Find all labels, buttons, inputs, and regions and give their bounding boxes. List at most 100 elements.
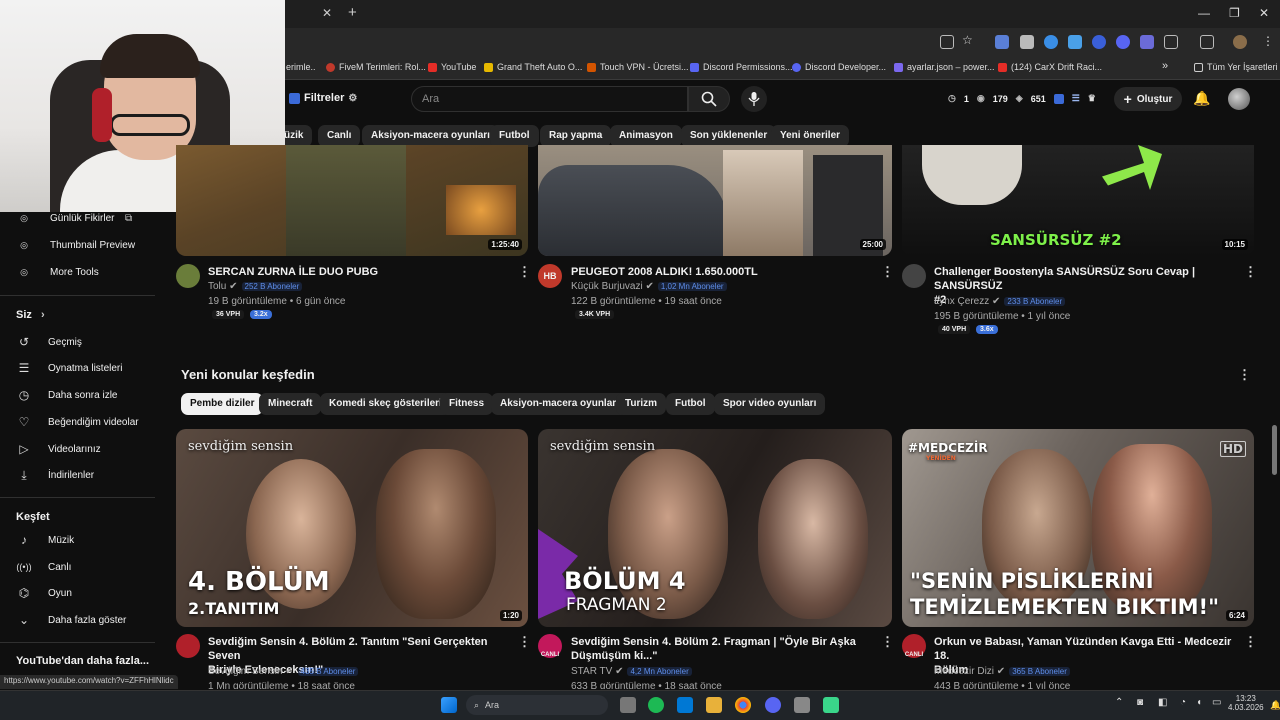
bookmark-item[interactable]: Discord Developer... [792, 62, 886, 72]
section-more-icon[interactable]: ⋮ [1238, 367, 1251, 383]
channel-name[interactable]: Sevdiğim Sensin [208, 666, 282, 677]
video-thumbnail[interactable]: #MEDCEZİR YENİDEN HD "SENİN PİSLİKLERİNİ… [902, 429, 1254, 627]
sidebar-item-downloads[interactable]: ⤓ İndirilenler [0, 464, 160, 486]
video-channel-line[interactable]: STAR TV ✔ 4,2 Mn Aboneler [571, 666, 692, 677]
search-button[interactable] [688, 86, 730, 112]
chip-minecraft[interactable]: Minecraft [259, 393, 322, 415]
filter-button[interactable]: Filtreler ⚙ [289, 92, 357, 104]
bookmark-star-icon[interactable]: ☆ [962, 33, 973, 47]
discord-tray-icon[interactable]: ◙ [1137, 697, 1143, 708]
bookmark-item[interactable]: erimle.. [286, 62, 316, 72]
sidebar-item-history[interactable]: ↺ Geçmiş [0, 331, 160, 353]
sidebar-item-music[interactable]: ♪ Müzik [0, 529, 160, 551]
chip-football[interactable]: Futbol [666, 393, 715, 415]
bookmark-item[interactable]: Touch VPN - Ücretsi... [587, 62, 689, 72]
extensions-puzzle-icon[interactable] [1164, 35, 1178, 49]
vscode-icon[interactable] [677, 697, 693, 713]
sidebar-item-live[interactable]: ((•)) Canlı [0, 556, 160, 578]
more-options-icon[interactable]: ⋮ [1244, 264, 1257, 280]
windows-start-icon[interactable] [441, 697, 457, 713]
chip-action-adventure-games[interactable]: Aksiyon-macera oyunları [491, 393, 628, 415]
extension-badge-icon[interactable] [1053, 93, 1064, 104]
tab-close-icon[interactable]: ✕ [322, 6, 332, 20]
chrome-icon[interactable] [735, 697, 751, 713]
channel-name[interactable]: STAR TV [571, 666, 612, 677]
extension-icon[interactable] [1140, 35, 1154, 49]
browser-menu-icon[interactable]: ⋮ [1262, 34, 1274, 48]
video-thumbnail[interactable]: 1:25:40 [176, 145, 528, 256]
video-channel-line[interactable]: Tolu ✔ 252 B Aboneler [208, 281, 303, 292]
extension-icon[interactable] [1092, 35, 1106, 49]
app-icon[interactable] [794, 697, 810, 713]
notifications-bell-icon[interactable]: 🔔 [1193, 90, 1210, 107]
minimize-icon[interactable]: — [1198, 6, 1210, 20]
bookmark-item[interactable]: YouTube [428, 62, 476, 72]
chip-new-to-you[interactable]: Yeni öneriler [771, 125, 850, 147]
install-icon[interactable] [940, 35, 954, 49]
channel-avatar[interactable] [176, 264, 200, 288]
wifi-icon[interactable]: ◔ [1180, 697, 1186, 708]
bookmark-item[interactable]: (124) CarX Drift Raci... [998, 62, 1102, 72]
channel-name[interactable]: Küçük Burjuvazi [571, 281, 643, 292]
bookmark-item[interactable]: Discord Permissions... [690, 62, 793, 72]
sidebar-item-watch-later[interactable]: ◷ Daha sonra izle [0, 384, 160, 406]
list-icon[interactable]: ☰ [1072, 93, 1080, 104]
channel-avatar[interactable]: CANLI [538, 634, 562, 658]
channel-name[interactable]: Lynx Çerezz [934, 296, 989, 307]
window-close-icon[interactable]: ✕ [1259, 6, 1269, 20]
page-scrollbar[interactable] [1272, 425, 1277, 475]
video-channel-line[interactable]: Lynx Çerezz ✔ 233 B Aboneler [934, 296, 1066, 307]
channel-avatar[interactable] [176, 634, 200, 658]
account-avatar[interactable] [1228, 88, 1250, 110]
chip-sports-games[interactable]: Spor video oyunları [714, 393, 826, 415]
extension-icon[interactable] [1044, 35, 1058, 49]
tray-icon[interactable]: ◧ [1158, 697, 1167, 708]
sidebar-icon[interactable] [1200, 35, 1214, 49]
file-explorer-icon[interactable] [706, 697, 722, 713]
channel-avatar[interactable]: HB [538, 264, 562, 288]
create-button[interactable]: + Oluştur [1114, 87, 1182, 111]
more-options-icon[interactable]: ⋮ [881, 634, 894, 650]
notification-icon[interactable]: 🔔 [1270, 700, 1280, 711]
taskbar-clock[interactable]: 13:23 4.03.2026 [1228, 694, 1264, 712]
chip-animation[interactable]: Animasyon [610, 125, 682, 147]
video-title[interactable]: PEUGEOT 2008 ALDIK! 1.650.000TL [571, 265, 871, 279]
chip-tourism[interactable]: Turizm [616, 393, 667, 415]
more-options-icon[interactable]: ⋮ [518, 264, 531, 280]
more-options-icon[interactable]: ⋮ [1244, 634, 1257, 650]
more-options-icon[interactable]: ⋮ [518, 634, 531, 650]
bookmark-item[interactable]: Grand Theft Auto O... [484, 62, 582, 72]
sidebar-item-your-videos[interactable]: ▷ Videolarınız [0, 438, 160, 460]
video-thumbnail[interactable]: sevdiğim sensin 4. BÖLÜM 2.TANITIM 1:20 [176, 429, 528, 627]
tray-chevron-icon[interactable]: ⌃ [1115, 697, 1123, 708]
video-channel-line[interactable]: Sevdiğim Sensin ✔ 435 B Aboneler [208, 666, 359, 677]
channel-name[interactable]: Tolu [208, 281, 226, 292]
maximize-icon[interactable]: ❐ [1229, 6, 1240, 20]
video-thumbnail[interactable]: 25:00 [538, 145, 892, 256]
channel-avatar[interactable] [902, 264, 926, 288]
discord-icon[interactable] [765, 697, 781, 713]
channel-avatar[interactable]: CANLI [902, 634, 926, 658]
spotify-icon[interactable] [648, 697, 664, 713]
voice-search-button[interactable] [741, 86, 767, 112]
task-view-icon[interactable] [620, 697, 636, 713]
sidebar-item-playlists[interactable]: ☰ Oynatma listeleri [0, 357, 160, 379]
battery-icon[interactable]: ▭ [1212, 697, 1221, 708]
channel-name[interactable]: Medcezir Dizi [934, 666, 994, 677]
search-input[interactable]: Ara [411, 86, 688, 112]
video-title[interactable]: Sevdiğim Sensin 4. Bölüm 2. Fragman | "Ö… [571, 635, 876, 663]
sidebar-item-liked-videos[interactable]: ♡ Beğendiğim videolar [0, 411, 160, 433]
video-channel-line[interactable]: Küçük Burjuvazi ✔ 1,02 Mn Aboneler [571, 281, 727, 292]
sidebar-heading-you[interactable]: Siz › [16, 309, 45, 321]
bookmark-item[interactable]: FiveM Terimleri: Rol... [326, 62, 426, 72]
extension-icon[interactable] [1116, 35, 1130, 49]
video-title[interactable]: SERCAN ZURNA İLE DUO PUBG [208, 265, 508, 279]
chip-comedy-sketches[interactable]: Komedi skeç gösterileri [320, 393, 451, 415]
bookmarks-overflow[interactable]: » [1162, 60, 1168, 72]
video-thumbnail[interactable]: sevdiğim sensin BÖLÜM 4 FRAGMAN 2 [538, 429, 892, 627]
chip-live[interactable]: Canlı [318, 125, 361, 147]
sidebar-item-daily-ideas[interactable]: ◎ Günlük Fikirler ⧉ [0, 207, 160, 229]
sidebar-item-thumbnail-preview[interactable]: ◎ Thumbnail Preview [0, 234, 160, 256]
taskbar-search[interactable]: ⌕ Ara [466, 695, 608, 715]
chip-recently-uploaded[interactable]: Son yüklenenler [681, 125, 777, 147]
